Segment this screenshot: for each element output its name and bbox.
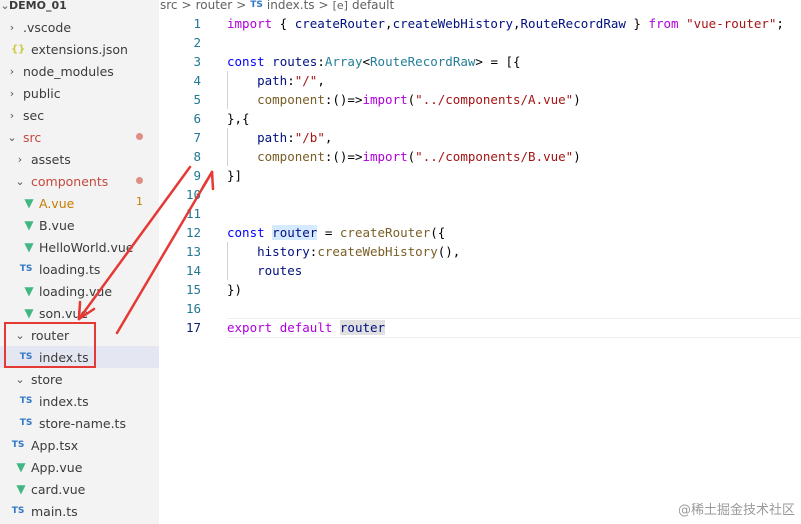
- annotation-arrow-line: [115, 170, 214, 335]
- annotation-arrow-head: [210, 170, 215, 191]
- annotation-arrow-line: [77, 165, 192, 321]
- annotation-arrows: [77, 165, 215, 335]
- annotation-arrow-head: [77, 300, 82, 321]
- watermark: @稀土掘金技术社区: [677, 503, 795, 518]
- annotation-arrow-head: [201, 170, 214, 189]
